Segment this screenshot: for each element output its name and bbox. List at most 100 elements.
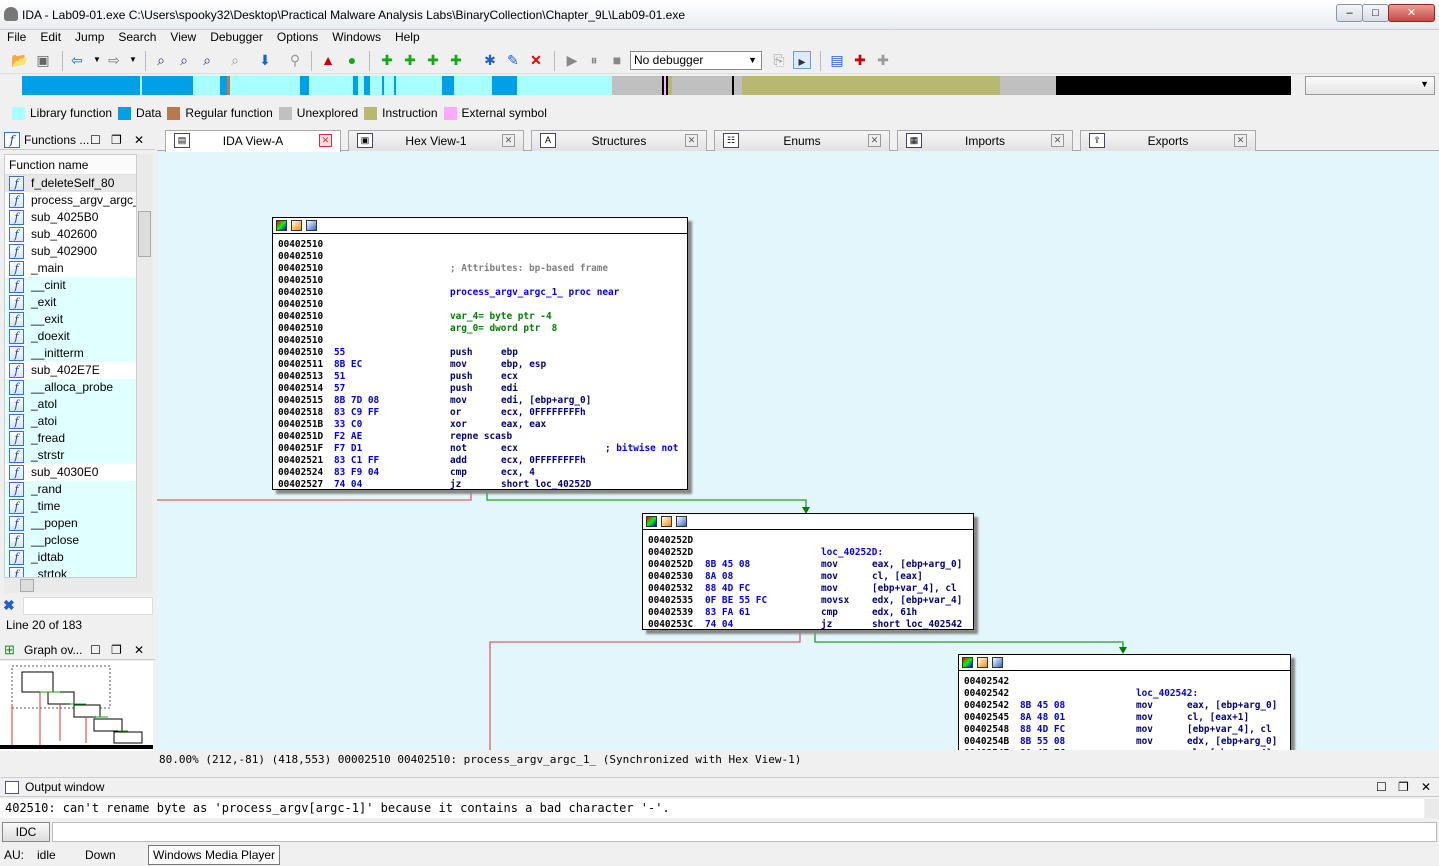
close-tab-icon[interactable]: ✕ <box>868 134 881 147</box>
make-data-icon[interactable]: ✚ <box>401 51 419 69</box>
close-panel-icon[interactable]: ✕ <box>134 130 144 150</box>
ida-graph-view[interactable]: 00402510 00402510 00402510; Attributes: bp… <box>157 152 1439 750</box>
menu-jump[interactable]: Jump <box>68 30 111 45</box>
lock-icon[interactable]: ⚲ <box>286 51 304 69</box>
forward-dropdown-icon[interactable]: ▼ <box>124 51 142 69</box>
float-panel-icon[interactable]: ❐ <box>111 130 122 150</box>
idc-command-input[interactable] <box>52 822 1437 842</box>
functions-list[interactable]: Function name f f_deleteSelf_80 f process_a… <box>4 154 137 578</box>
function-list-item[interactable]: f __cinit <box>5 277 136 294</box>
graph-overview[interactable] <box>0 661 153 751</box>
make-ascii-icon[interactable]: ✚ <box>424 51 442 69</box>
function-list-item[interactable]: f f_deleteSelf_80 <box>5 175 136 192</box>
close-button[interactable]: ✕ <box>1388 4 1435 22</box>
function-list-item[interactable]: f __exit <box>5 311 136 328</box>
rename-icon[interactable]: ✎ <box>504 51 522 69</box>
add-breakpoint-icon[interactable]: ✚ <box>851 51 869 69</box>
function-list-item[interactable]: f _rand <box>5 481 136 498</box>
pause-icon[interactable]: ⏸ <box>585 51 603 69</box>
navigation-band-select[interactable]: ▼ <box>1305 76 1435 95</box>
function-list-item[interactable]: f __alloca_probe <box>5 379 136 396</box>
code-block[interactable]: 0040252D 0040252D loc_40252D: 0040252D 8B 45… <box>642 513 974 630</box>
make-code-icon[interactable]: ✚ <box>378 51 396 69</box>
tab-exports[interactable]: ⇪ Exports ✕ <box>1080 130 1256 151</box>
close-tab-icon[interactable]: ✕ <box>502 134 515 147</box>
edit-icon[interactable] <box>661 516 672 527</box>
undefine-icon[interactable]: ✕ <box>527 51 545 69</box>
graph-icon[interactable] <box>992 657 1003 668</box>
function-list-item[interactable]: f _main <box>5 260 136 277</box>
function-list-item[interactable]: f _atol <box>5 396 136 413</box>
menu-view[interactable]: View <box>163 30 203 45</box>
function-search-input[interactable] <box>23 597 153 615</box>
float-panel-icon[interactable]: ❐ <box>1398 778 1409 797</box>
start-icon[interactable]: ▶ <box>563 51 581 69</box>
remove-breakpoint-icon[interactable]: ✚ <box>874 51 892 69</box>
close-tab-icon[interactable]: ✕ <box>1051 134 1064 147</box>
function-list-item[interactable]: f sub_402E7E <box>5 362 136 379</box>
function-list-item[interactable]: f sub_4030E0 <box>5 464 136 481</box>
function-list-item[interactable]: f sub_402900 <box>5 243 136 260</box>
close-panel-icon[interactable]: ✕ <box>1421 778 1431 797</box>
tab-imports[interactable]: ▦ Imports ✕ <box>897 130 1073 151</box>
color-icon[interactable] <box>276 220 287 231</box>
color-icon[interactable] <box>962 657 973 668</box>
float-panel-icon[interactable]: ❐ <box>111 640 122 660</box>
tab-ida-view-a[interactable]: ▤ IDA View-A ✕ <box>165 130 341 152</box>
idc-button[interactable]: IDC <box>2 822 50 842</box>
menu-debugger[interactable]: Debugger <box>203 30 270 45</box>
forward-icon[interactable]: ⇨ <box>105 51 123 69</box>
maximize-button[interactable]: □ <box>1362 4 1389 22</box>
jump-down-icon[interactable]: ⬇ <box>256 51 274 69</box>
function-list-item[interactable]: f _doexit <box>5 328 136 345</box>
function-list-item[interactable]: f _strstr <box>5 447 136 464</box>
maximize-panel-icon[interactable]: ☐ <box>1376 778 1387 797</box>
menu-file[interactable]: File <box>0 30 33 45</box>
maximize-panel-icon[interactable]: ☐ <box>90 130 101 150</box>
make-array-icon[interactable]: ✱ <box>481 51 499 69</box>
function-list-item[interactable]: f _atoi <box>5 413 136 430</box>
save-icon[interactable]: ▣ <box>34 51 52 69</box>
function-list-item[interactable]: f _idtab <box>5 549 136 566</box>
menu-options[interactable]: Options <box>270 30 325 45</box>
tab-hex-view-1[interactable]: ▣ Hex View-1 ✕ <box>348 130 524 151</box>
search-text-icon[interactable]: ⌕ <box>175 51 193 69</box>
stop-icon[interactable]: ■ <box>608 51 626 69</box>
color-icon[interactable] <box>646 516 657 527</box>
scroll-thumb[interactable] <box>20 579 34 592</box>
graph-icon[interactable] <box>676 516 687 527</box>
close-tab-icon[interactable]: ✕ <box>319 134 332 147</box>
function-list-item[interactable]: f __popen <box>5 515 136 532</box>
search-code-icon[interactable]: ⌕ <box>152 51 170 69</box>
menu-help[interactable]: Help <box>388 30 427 45</box>
function-list-item[interactable]: f _strtok <box>5 566 136 577</box>
open-icon[interactable]: 📂 <box>11 51 29 69</box>
minimize-button[interactable]: – <box>1336 4 1363 22</box>
navigation-band[interactable] <box>22 76 1291 95</box>
function-list-item[interactable]: f __initterm <box>5 345 136 362</box>
tab-enums[interactable]: ☷ Enums ✕ <box>714 130 890 151</box>
function-list-item[interactable]: f sub_402600 <box>5 226 136 243</box>
back-icon[interactable]: ⇦ <box>68 51 86 69</box>
debugger-select[interactable]: No debugger ▼ <box>630 51 762 70</box>
close-tab-icon[interactable]: ✕ <box>685 134 698 147</box>
breakpoint-list-icon[interactable]: ▤ <box>828 51 846 69</box>
menu-windows[interactable]: Windows <box>325 30 388 45</box>
maximize-panel-icon[interactable]: ☐ <box>90 640 101 660</box>
attach-icon[interactable]: ⎘ <box>770 51 788 69</box>
code-block[interactable]: 00402542 00402542 loc_402542: 00402542 8B 45… <box>958 654 1291 750</box>
menu-search[interactable]: Search <box>111 30 163 45</box>
function-list-item[interactable]: f __pclose <box>5 532 136 549</box>
graph-icon[interactable] <box>306 220 317 231</box>
search-binary-icon[interactable]: ⌕ <box>198 51 216 69</box>
menu-edit[interactable]: Edit <box>33 30 68 45</box>
functions-horizontal-scrollbar[interactable] <box>4 578 152 593</box>
function-list-item[interactable]: f sub_4025B0 <box>5 209 136 226</box>
edit-icon[interactable] <box>977 657 988 668</box>
output-scrollbar[interactable] <box>1425 799 1439 818</box>
close-tab-icon[interactable]: ✕ <box>1234 134 1247 147</box>
function-list-item[interactable]: f _time <box>5 498 136 515</box>
scroll-thumb[interactable] <box>138 211 151 257</box>
back-dropdown-icon[interactable]: ▼ <box>88 51 106 69</box>
functions-vertical-scrollbar[interactable] <box>137 154 152 578</box>
